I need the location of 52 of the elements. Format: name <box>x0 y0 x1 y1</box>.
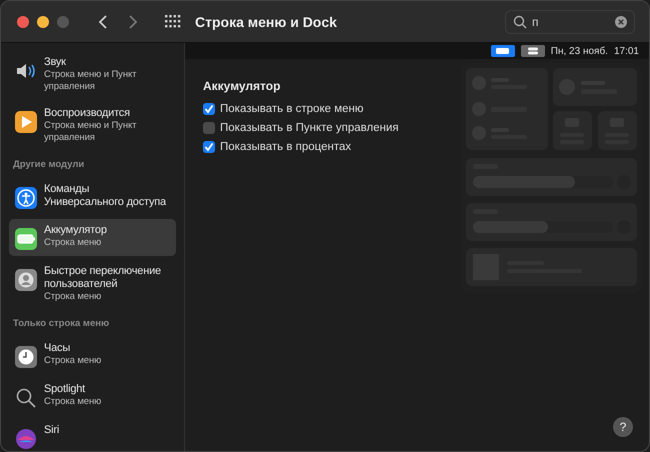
clear-icon[interactable] <box>615 16 627 28</box>
control-center-icon <box>520 45 545 57</box>
option-label: Показывать в строке меню <box>220 103 364 115</box>
item-title: Воспроизводится <box>44 107 131 120</box>
search-icon <box>513 14 527 28</box>
minimize-button[interactable] <box>37 16 49 28</box>
option-label: Показывать в Пункте управления <box>220 122 399 134</box>
item-title: Аккумулятор <box>44 224 107 237</box>
item-subtitle: Строка меню <box>44 396 102 408</box>
checkbox[interactable] <box>203 103 215 115</box>
help-button[interactable]: ? <box>613 417 633 437</box>
sidebar-item[interactable]: Аккумулятор Строка меню <box>9 219 176 256</box>
item-subtitle: Строка меню и Пункт управления <box>44 120 138 144</box>
sidebar-item[interactable]: Команды Универсального доступа <box>9 178 176 215</box>
menu-bar-time: 17:01 <box>614 46 639 56</box>
item-title: Часы <box>44 342 72 355</box>
checkbox[interactable] <box>203 141 215 153</box>
sidebar-item[interactable]: Часы Строка меню <box>9 337 176 374</box>
sidebar-item[interactable]: Siri <box>9 419 176 451</box>
item-title: Siri <box>44 424 60 437</box>
battery-icon <box>14 227 38 251</box>
search-icon <box>14 386 38 410</box>
item-subtitle: Строка меню <box>44 291 102 303</box>
window-title: Строка меню и Dock <box>195 14 337 30</box>
item-title: Команды Универсального доступа <box>44 183 168 209</box>
item-subtitle: Строка меню <box>44 355 102 367</box>
item-title: Spotlight <box>44 383 86 396</box>
access-icon <box>14 186 38 210</box>
siri-icon <box>14 427 38 451</box>
search-field[interactable]: п <box>505 10 635 34</box>
section-heading: Аккумулятор <box>203 79 282 93</box>
back-icon[interactable] <box>97 14 109 30</box>
battery-icon <box>490 45 515 57</box>
clock-icon <box>14 345 38 369</box>
sidebar-item[interactable]: Быстрое переключение пользователей Строка меню <box>9 260 176 308</box>
option-label: Показывать в процентах <box>220 141 352 153</box>
sidebar-item[interactable]: Spotlight Строка меню <box>9 378 176 415</box>
user-icon <box>14 268 38 292</box>
forward-icon[interactable] <box>127 14 139 30</box>
close-button[interactable] <box>17 16 29 28</box>
section-header: Другие модули <box>12 158 86 172</box>
sidebar-item[interactable]: Звук Строка меню и Пункт управления <box>9 51 176 98</box>
item-title: Быстрое переключение пользователей <box>44 265 162 291</box>
item-subtitle: Строка меню и Пункт управления <box>44 69 138 93</box>
grid-icon[interactable] <box>165 14 181 28</box>
play-icon <box>14 110 38 134</box>
section-header: Только строка меню <box>12 317 110 331</box>
menu-bar-date: Пн, 23 нояб. <box>550 46 608 56</box>
sidebar-item[interactable]: Воспроизводится Строка меню и Пункт управления <box>9 102 176 149</box>
item-subtitle: Строка меню <box>44 237 102 249</box>
checkbox[interactable] <box>203 122 215 134</box>
item-title: Звук <box>44 56 67 69</box>
